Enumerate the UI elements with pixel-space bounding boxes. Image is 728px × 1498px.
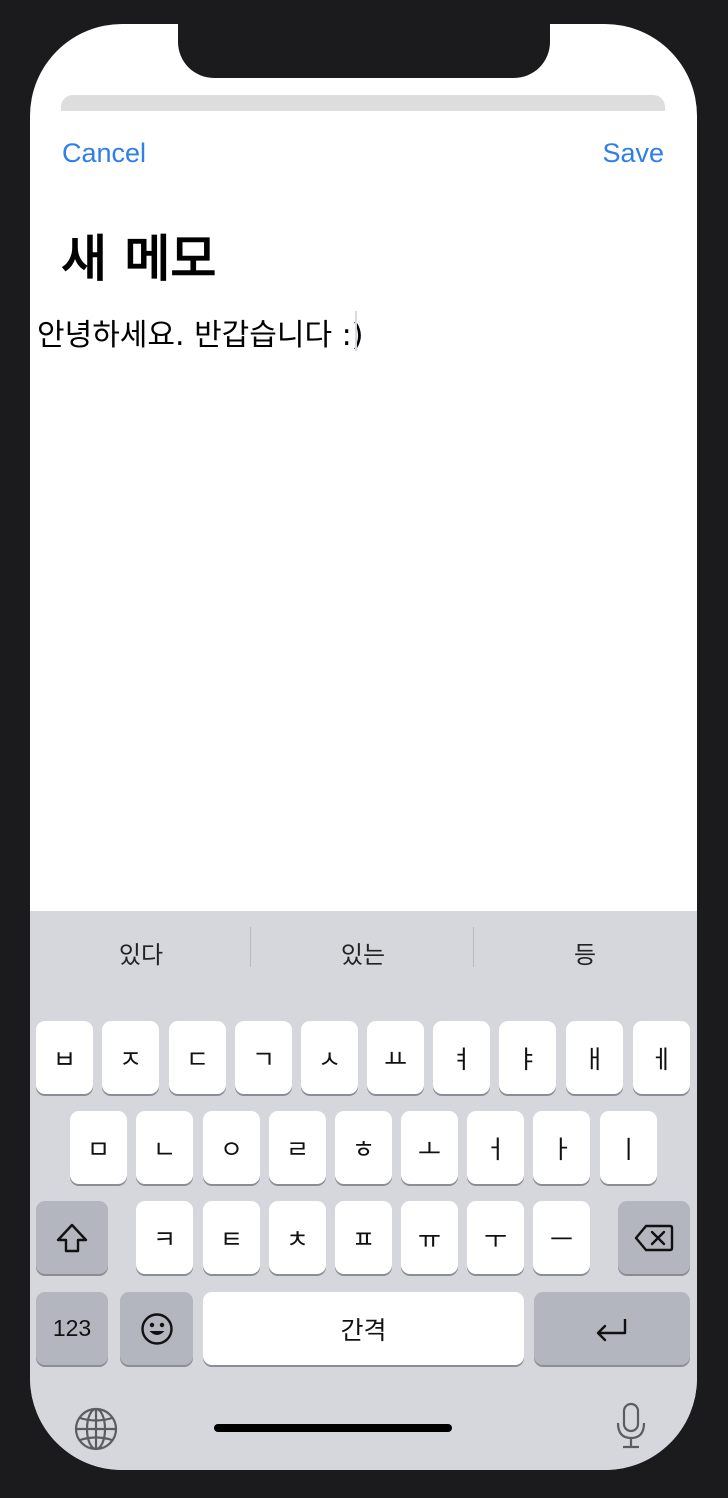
- shift-key[interactable]: [36, 1201, 108, 1274]
- space-key[interactable]: 간격: [203, 1292, 524, 1365]
- key[interactable]: ㅑ: [499, 1021, 556, 1094]
- notch: [178, 24, 550, 78]
- key[interactable]: ㅅ: [301, 1021, 358, 1094]
- suggestion-1[interactable]: 있다: [41, 935, 241, 970]
- return-key[interactable]: [534, 1292, 690, 1365]
- key[interactable]: ㅜ: [467, 1201, 524, 1274]
- key[interactable]: ㅏ: [533, 1111, 590, 1184]
- emoji-key[interactable]: [120, 1292, 193, 1365]
- numbers-key[interactable]: 123: [36, 1292, 108, 1365]
- memo-text-input[interactable]: 안녕하세요. 반갑습니다 :): [37, 310, 363, 354]
- keyboard: 있다 있는 등 ㅂ ㅈ ㄷ ㄱ ㅅ ㅛ ㅕ ㅑ ㅐ ㅔ ㅁ ㄴ ㅇ ㄹ ㅎ ㅗ …: [30, 911, 697, 1470]
- device-frame: Cancel Save 새 메모 안녕하세요. 반갑습니다 :) 있다 있는 등…: [0, 0, 728, 1498]
- key[interactable]: ㅍ: [335, 1201, 392, 1274]
- suggestion-3[interactable]: 등: [485, 935, 685, 970]
- key[interactable]: ㅕ: [433, 1021, 490, 1094]
- key[interactable]: ㄴ: [136, 1111, 193, 1184]
- key[interactable]: ㄱ: [235, 1021, 292, 1094]
- emoji-icon: [140, 1312, 173, 1345]
- suggestion-divider: [250, 927, 251, 967]
- key[interactable]: ㅌ: [203, 1201, 260, 1274]
- key[interactable]: ㄷ: [169, 1021, 226, 1094]
- key[interactable]: ㅇ: [203, 1111, 260, 1184]
- key[interactable]: ㅓ: [467, 1111, 524, 1184]
- cancel-button[interactable]: Cancel: [62, 138, 146, 169]
- key[interactable]: ㅁ: [70, 1111, 127, 1184]
- key[interactable]: ㅎ: [335, 1111, 392, 1184]
- globe-icon: [74, 1407, 118, 1451]
- key[interactable]: ㅛ: [367, 1021, 424, 1094]
- dictation-button[interactable]: [613, 1401, 649, 1455]
- return-icon: [596, 1318, 627, 1341]
- page-title: 새 메모: [61, 230, 217, 288]
- key[interactable]: ㅊ: [269, 1201, 326, 1274]
- key[interactable]: ㄹ: [269, 1111, 326, 1184]
- key[interactable]: ㅋ: [136, 1201, 193, 1274]
- microphone-icon: [616, 1402, 646, 1449]
- globe-button[interactable]: [73, 1406, 119, 1456]
- key[interactable]: ㅣ: [600, 1111, 657, 1184]
- key[interactable]: ㅔ: [633, 1021, 690, 1094]
- delete-icon: [634, 1224, 674, 1251]
- key[interactable]: ㅐ: [566, 1021, 623, 1094]
- sheet-background-peek: [61, 95, 665, 111]
- shift-icon: [56, 1223, 88, 1252]
- suggestion-bar: 있다 있는 등: [30, 911, 697, 991]
- phone-screen: Cancel Save 새 메모 안녕하세요. 반갑습니다 :) 있다 있는 등…: [30, 24, 697, 1470]
- home-indicator: [214, 1424, 452, 1432]
- delete-key[interactable]: [618, 1201, 690, 1274]
- key[interactable]: ㅈ: [102, 1021, 159, 1094]
- key[interactable]: ㅠ: [401, 1201, 458, 1274]
- key[interactable]: ㅡ: [533, 1201, 590, 1274]
- key[interactable]: ㅂ: [36, 1021, 93, 1094]
- suggestion-divider: [473, 927, 474, 967]
- suggestion-2[interactable]: 있는: [263, 935, 463, 970]
- key[interactable]: ㅗ: [401, 1111, 458, 1184]
- save-button[interactable]: Save: [602, 138, 664, 169]
- text-cursor: [355, 311, 357, 351]
